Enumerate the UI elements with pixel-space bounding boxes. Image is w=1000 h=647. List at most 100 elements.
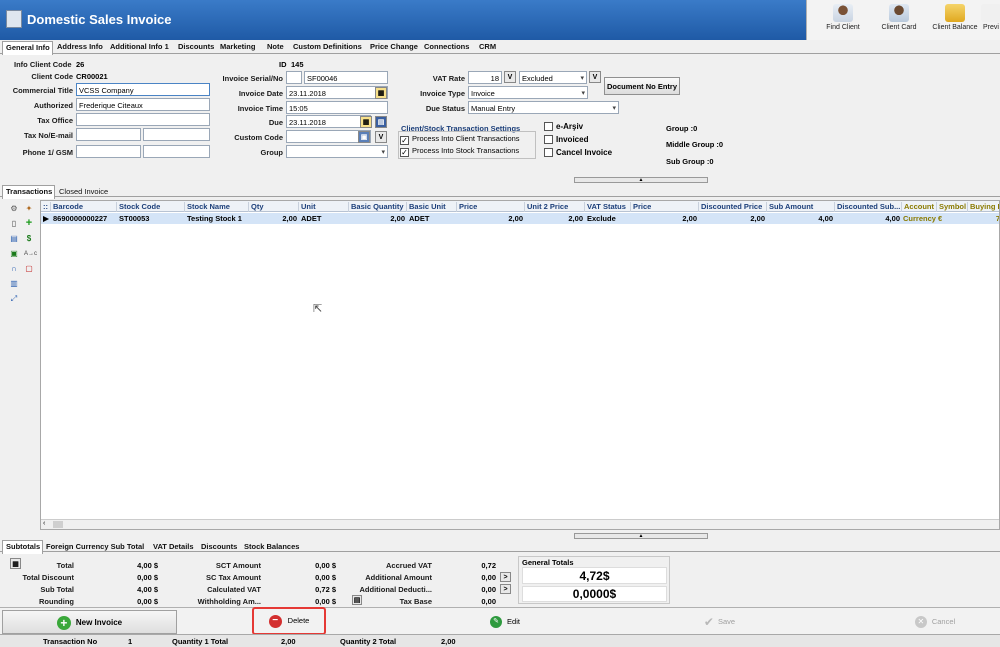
col-price[interactable]: Price (457, 202, 525, 212)
new-invoice-button[interactable]: + New Invoice (2, 610, 177, 634)
additional-deduction-button[interactable]: > (500, 584, 511, 594)
cell-barcode[interactable]: 8690000000227 (53, 214, 117, 224)
tab-foreign-currency[interactable]: Foreign Currency Sub Total (46, 542, 144, 551)
tab-stock-balances[interactable]: Stock Balances (244, 542, 299, 551)
splitter-handle[interactable]: ▲ (574, 177, 708, 183)
frame-icon[interactable]: ▢ (24, 264, 34, 274)
cell-stock-code[interactable]: ST00053 (119, 214, 185, 224)
cell-symbol[interactable]: € (938, 214, 968, 224)
invoice-no-field[interactable]: SF00046 (304, 71, 388, 84)
cell-stock-name[interactable]: Testing Stock 1 (187, 214, 249, 224)
col-price-2[interactable]: Price (631, 202, 699, 212)
transactions-grid[interactable]: :: Barcode Stock Code Stock Name Qty Uni… (40, 200, 1000, 530)
tab-connections[interactable]: Connections (424, 42, 469, 51)
stack-icon[interactable]: ▥ (9, 279, 19, 289)
new-document-icon[interactable]: ▯ (9, 219, 19, 229)
vat-rate-v-button[interactable]: V (504, 71, 516, 83)
settings-gear-icon[interactable]: ⚙ (9, 204, 19, 214)
commercial-title-field[interactable]: VCSS Company (76, 83, 210, 96)
currency-icon[interactable]: $ (24, 234, 34, 244)
col-sub-amount[interactable]: Sub Amount (767, 202, 835, 212)
invoiced-checkbox[interactable]: Invoiced (544, 135, 588, 144)
custom-code-lookup-icon[interactable]: ▣ (358, 131, 370, 143)
tax-office-field[interactable] (76, 113, 210, 126)
document-no-entry-button[interactable]: Document No Entry (604, 77, 680, 95)
tab-crm[interactable]: CRM (479, 42, 496, 51)
authorized-field[interactable]: Frederique Citeaux (76, 98, 210, 111)
cell-buying-rate[interactable]: 7 (968, 214, 999, 224)
edit-button[interactable]: ✎ Edit (485, 610, 525, 634)
vat-excluded-select[interactable]: Excluded ▾ (519, 71, 587, 84)
col-discounted-price[interactable]: Discounted Price (699, 202, 767, 212)
due-status-select[interactable]: Manual Entry ▾ (468, 101, 619, 114)
cell-sub-amount[interactable]: 4,00 (767, 214, 833, 224)
cell-account[interactable]: Currency (903, 214, 937, 224)
phone-field[interactable] (76, 145, 141, 158)
scroll-thumb[interactable] (53, 521, 63, 528)
calendar-icon[interactable]: ▦ (375, 87, 387, 99)
cell-unit-2-price[interactable]: 2,00 (525, 214, 583, 224)
document-icon[interactable]: ▤ (9, 234, 19, 244)
find-client-button[interactable]: Find Client (813, 4, 873, 38)
tab-sub-discounts[interactable]: Discounts (201, 542, 237, 551)
horizontal-scrollbar[interactable]: ‹ (41, 519, 999, 529)
tab-address-info[interactable]: Address Info (57, 42, 103, 51)
tab-vat-details[interactable]: VAT Details (153, 542, 194, 551)
preview-button[interactable]: Previ (981, 4, 1000, 38)
tools-icon[interactable]: ✦ (24, 204, 34, 214)
link-icon[interactable]: ⤢ (9, 294, 19, 304)
additional-amount-button[interactable]: > (500, 572, 511, 582)
earsiv-checkbox[interactable]: e-Arşiv (544, 122, 583, 131)
vat-excluded-v-button[interactable]: V (589, 71, 601, 83)
cell-discounted-sub[interactable]: 4,00 (835, 214, 900, 224)
tab-price-change[interactable]: Price Change (370, 42, 418, 51)
cell-discounted-price[interactable]: 2,00 (699, 214, 765, 224)
cell-unit[interactable]: ADET (301, 214, 349, 224)
splitter-handle-bottom[interactable]: ▲ (574, 533, 708, 539)
tab-general-info[interactable]: General Info (2, 41, 53, 55)
due-picker-icon[interactable]: ▤ (375, 116, 387, 128)
invoice-date-field[interactable]: 23.11.2018 (286, 86, 388, 99)
table-row[interactable]: ▶ 8690000000227 ST00053 Testing Stock 1 … (41, 213, 999, 224)
client-card-button[interactable]: Client Card (869, 4, 929, 38)
delete-button[interactable]: − Delete (252, 607, 326, 635)
col-basic-quantity[interactable]: Basic Quantity (349, 202, 407, 212)
cell-price[interactable]: 2,00 (457, 214, 523, 224)
col-stock-code[interactable]: Stock Code (117, 202, 185, 212)
client-balance-button[interactable]: Client Balance (925, 4, 985, 38)
cell-qty[interactable]: 2,00 (249, 214, 297, 224)
tab-discounts[interactable]: Discounts (178, 42, 214, 51)
save-button[interactable]: ✔ Save (697, 610, 742, 634)
ab-icon[interactable]: A→c (24, 249, 37, 259)
cell-vat-status[interactable]: Exclude (587, 214, 631, 224)
invoice-time-field[interactable]: 15:05 (286, 101, 388, 114)
invoice-serial-field[interactable] (286, 71, 302, 84)
cell-price-2[interactable]: 2,00 (631, 214, 697, 224)
cancel-invoice-checkbox[interactable]: Cancel Invoice (544, 148, 612, 157)
group-select[interactable]: ▾ (286, 145, 388, 158)
col-barcode[interactable]: Barcode (51, 202, 117, 212)
col-qty[interactable]: Qty (249, 202, 299, 212)
tab-transactions[interactable]: Transactions (2, 185, 56, 199)
vat-rate-field[interactable]: 18 (468, 71, 502, 84)
tab-additional-info-1[interactable]: Additional Info 1 (110, 42, 169, 51)
scroll-left-icon[interactable]: ‹ (43, 520, 45, 527)
tab-subtotals[interactable]: Subtotals (2, 540, 44, 554)
col-stock-name[interactable]: Stock Name (185, 202, 249, 212)
tab-marketing[interactable]: Marketing (220, 42, 255, 51)
col-discounted-sub[interactable]: Discounted Sub... (835, 202, 902, 212)
cell-basic-unit[interactable]: ADET (409, 214, 457, 224)
export-icon[interactable]: ▣ (9, 249, 19, 259)
due-calendar-icon[interactable]: ▦ (360, 116, 372, 128)
stock-tx-checkbox[interactable]: ✓ Process Into Stock Transactions (400, 146, 519, 157)
custom-code-v-button[interactable]: V (375, 131, 387, 143)
col-symbol[interactable]: Symbol (937, 202, 968, 212)
col-account[interactable]: Account (902, 202, 937, 212)
col-buying-rate[interactable]: Buying R (968, 202, 999, 212)
cell-basic-quantity[interactable]: 2,00 (349, 214, 405, 224)
col-vat-status[interactable]: VAT Status (585, 202, 631, 212)
col-basic-unit[interactable]: Basic Unit (407, 202, 457, 212)
add-row-icon[interactable]: + (24, 218, 34, 229)
invoice-type-select[interactable]: Invoice ▾ (468, 86, 588, 99)
col-unit-2-price[interactable]: Unit 2 Price (525, 202, 585, 212)
